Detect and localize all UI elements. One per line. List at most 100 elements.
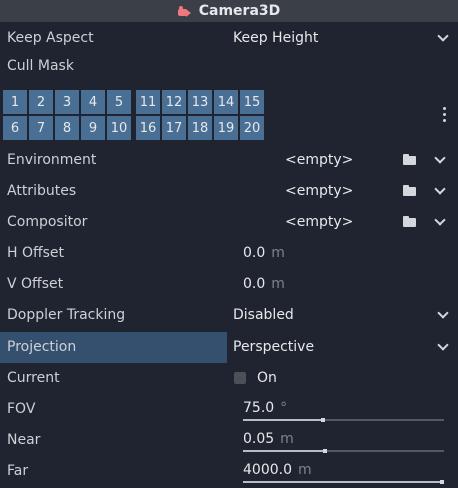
- layer-button[interactable]: 2: [29, 90, 53, 114]
- property-v-offset: V Offset 0.0 m: [0, 269, 458, 300]
- property-current: Current On: [0, 363, 458, 394]
- fov-value: 75.0: [243, 400, 275, 416]
- folder-icon[interactable]: [402, 183, 418, 199]
- property-far: Far 4000.0 m: [0, 456, 458, 487]
- property-projection: Projection Perspective: [0, 332, 458, 363]
- layer-button[interactable]: 6: [3, 116, 27, 140]
- near-label: Near: [7, 432, 41, 448]
- chevron-down-icon: [436, 308, 450, 322]
- layer-button[interactable]: 7: [29, 116, 53, 140]
- near-slider-track[interactable]: [243, 449, 444, 453]
- fov-unit: °: [280, 400, 288, 416]
- fov-slider-field[interactable]: 75.0 °: [229, 395, 458, 424]
- fov-number: 75.0 °: [243, 395, 287, 422]
- far-label: Far: [7, 463, 29, 479]
- property-fov: FOV 75.0 °: [0, 394, 458, 425]
- far-value: 4000.0: [243, 462, 292, 478]
- far-slider-track[interactable]: [243, 480, 444, 484]
- projection-dropdown[interactable]: Perspective: [229, 333, 458, 362]
- layer-button[interactable]: 3: [55, 90, 79, 114]
- doppler-tracking-label: Doppler Tracking: [7, 307, 126, 323]
- h-offset-label: H Offset: [7, 245, 65, 261]
- layer-button[interactable]: 16: [136, 116, 160, 140]
- compositor-label: Compositor: [7, 214, 88, 230]
- near-slider-grabber[interactable]: [323, 449, 328, 453]
- folder-icon[interactable]: [402, 214, 418, 230]
- far-slider-field[interactable]: 4000.0 m: [229, 457, 458, 486]
- v-offset-spinbox[interactable]: 0.0 m: [229, 270, 458, 299]
- layer-button[interactable]: 20: [240, 116, 264, 140]
- h-offset-unit: m: [271, 245, 285, 261]
- current-checkbox-label[interactable]: On: [257, 363, 277, 394]
- chevron-down-icon[interactable]: [433, 215, 447, 229]
- projection-value: Perspective: [233, 339, 315, 355]
- doppler-tracking-value: Disabled: [233, 307, 294, 323]
- h-offset-value: 0.0: [243, 245, 266, 261]
- layer-button[interactable]: 4: [81, 90, 105, 114]
- environment-value: <empty>: [285, 152, 354, 168]
- layer-button[interactable]: 18: [188, 116, 212, 140]
- near-slider-fill: [243, 450, 326, 452]
- keep-aspect-label: Keep Aspect: [7, 30, 94, 46]
- layer-button[interactable]: 5: [107, 90, 131, 114]
- near-slider-field[interactable]: 0.05 m: [229, 426, 458, 455]
- near-value: 0.05: [243, 431, 275, 447]
- current-checkbox[interactable]: [234, 372, 246, 384]
- compositor-value: <empty>: [285, 214, 354, 230]
- far-slider-fill: [243, 481, 444, 483]
- property-environment: Environment <empty>: [0, 145, 458, 176]
- chevron-down-icon: [436, 31, 450, 45]
- fov-slider-track[interactable]: [243, 418, 444, 422]
- camera3d-icon: [177, 5, 191, 17]
- layer-button[interactable]: 10: [107, 116, 131, 140]
- fov-slider-fill: [243, 419, 324, 421]
- folder-icon[interactable]: [402, 152, 418, 168]
- projection-label: Projection: [7, 339, 77, 355]
- layer-button[interactable]: 13: [188, 90, 212, 114]
- fov-slider-grabber[interactable]: [321, 418, 326, 422]
- environment-resource-field[interactable]: <empty>: [229, 145, 397, 176]
- layer-button[interactable]: 14: [214, 90, 238, 114]
- property-cull-mask: Cull Mask: [0, 51, 458, 82]
- v-offset-unit: m: [271, 276, 285, 292]
- property-keep-aspect: Keep Aspect Keep Height: [0, 23, 458, 54]
- doppler-tracking-dropdown[interactable]: Disabled: [229, 301, 458, 330]
- fov-label: FOV: [7, 401, 36, 417]
- far-unit: m: [298, 462, 312, 478]
- layer-button[interactable]: 8: [55, 116, 79, 140]
- h-offset-number: 0.0 m: [243, 239, 285, 268]
- attributes-label: Attributes: [7, 183, 77, 199]
- layer-button[interactable]: 9: [81, 116, 105, 140]
- v-offset-label: V Offset: [7, 276, 64, 292]
- cull-mask-label: Cull Mask: [7, 58, 74, 74]
- keep-aspect-dropdown[interactable]: Keep Height: [229, 24, 458, 53]
- layer-button[interactable]: 12: [162, 90, 186, 114]
- far-slider-grabber[interactable]: [440, 480, 444, 484]
- h-offset-spinbox[interactable]: 0.0 m: [229, 239, 458, 268]
- chevron-down-icon[interactable]: [433, 184, 447, 198]
- layer-button[interactable]: 17: [162, 116, 186, 140]
- attributes-value: <empty>: [285, 183, 354, 199]
- layer-button[interactable]: 19: [214, 116, 238, 140]
- property-attributes: Attributes <empty>: [0, 176, 458, 207]
- keep-aspect-value: Keep Height: [233, 30, 319, 46]
- layer-button[interactable]: 15: [240, 90, 264, 114]
- property-doppler-tracking: Doppler Tracking Disabled: [0, 300, 458, 331]
- v-offset-number: 0.0 m: [243, 270, 285, 299]
- layer-button[interactable]: 1: [3, 90, 27, 114]
- v-offset-value: 0.0: [243, 276, 266, 292]
- chevron-down-icon[interactable]: [433, 153, 447, 167]
- attributes-resource-field[interactable]: <empty>: [229, 176, 397, 207]
- chevron-down-icon: [436, 340, 450, 354]
- more-options-icon[interactable]: [443, 107, 447, 123]
- layer-button[interactable]: 11: [136, 90, 160, 114]
- property-compositor: Compositor <empty>: [0, 207, 458, 238]
- near-unit: m: [280, 431, 294, 447]
- node-type-title: Camera3D: [198, 3, 281, 19]
- environment-label: Environment: [7, 152, 97, 168]
- inspector-header: Camera3D: [0, 0, 458, 22]
- property-near: Near 0.05 m: [0, 425, 458, 456]
- compositor-resource-field[interactable]: <empty>: [229, 207, 397, 238]
- current-label: Current: [7, 370, 60, 386]
- near-number: 0.05 m: [243, 426, 294, 453]
